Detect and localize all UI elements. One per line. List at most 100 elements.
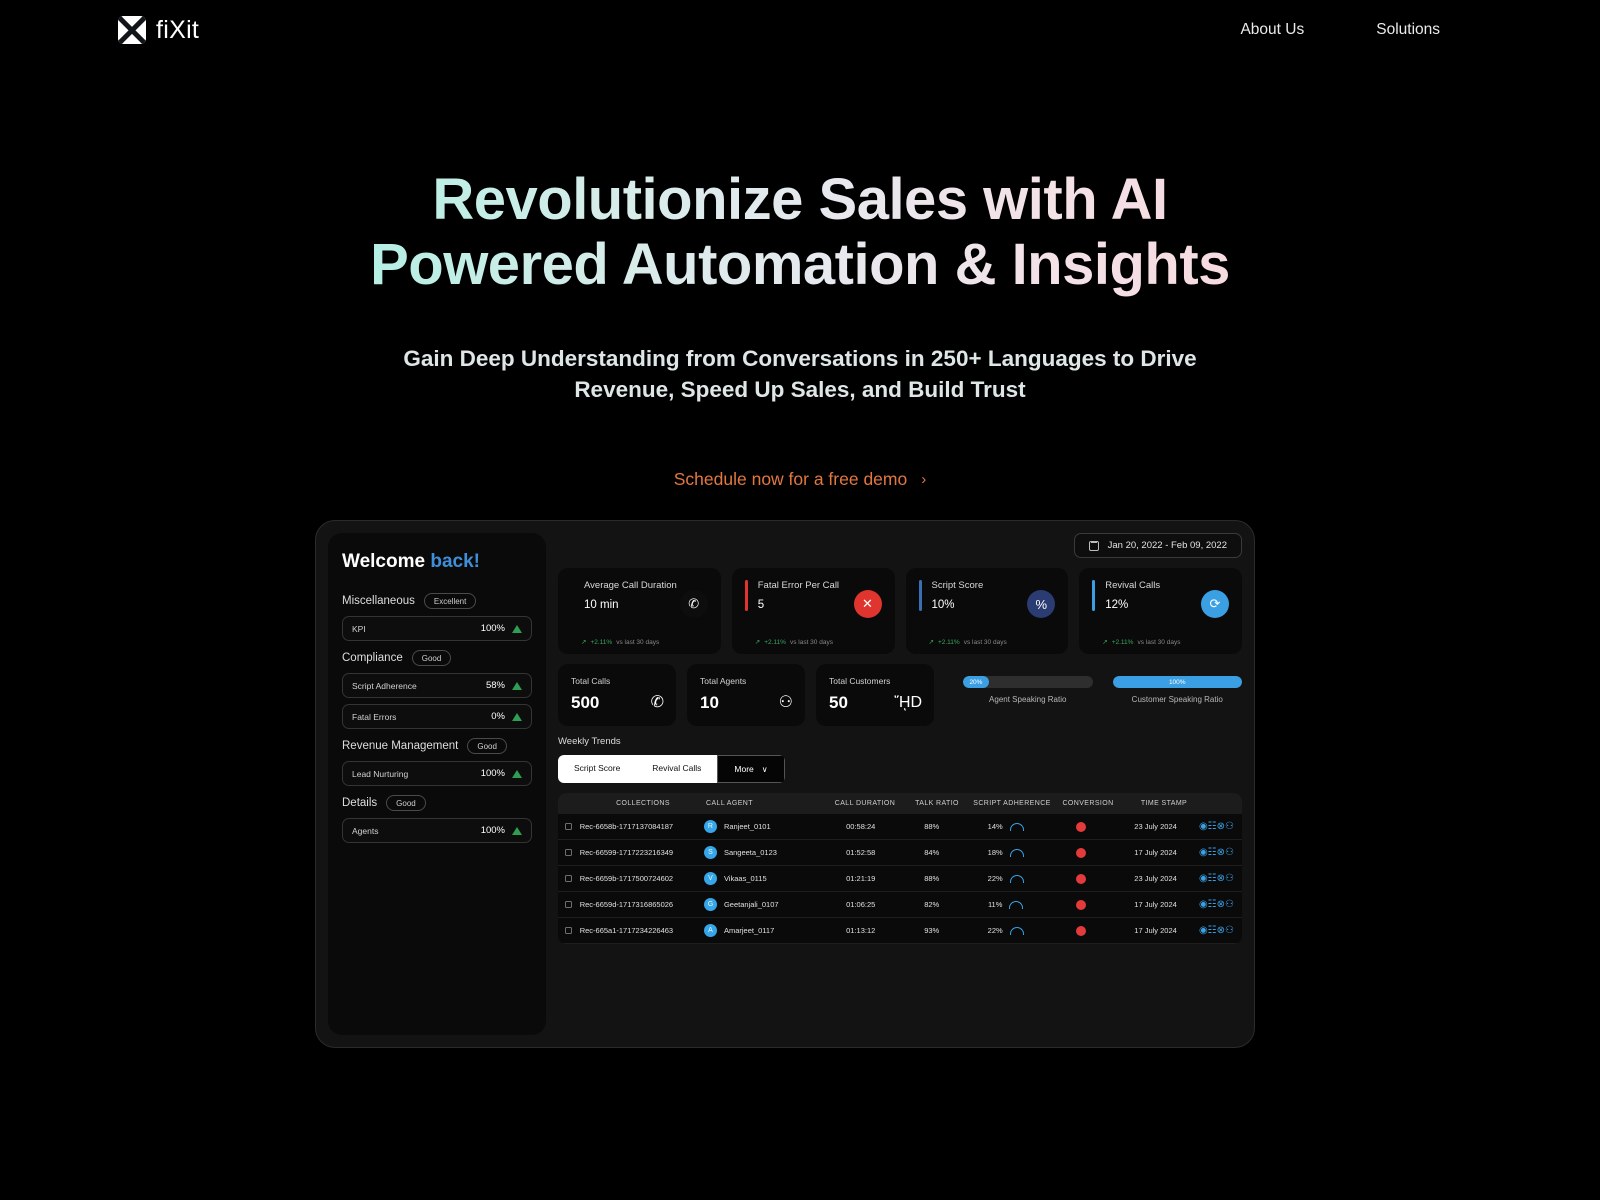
row-checkbox-cell[interactable]: [558, 823, 580, 830]
kpi-card-list: Average Call Duration 10 min ✆ ↗ +2.11% vs la…: [558, 568, 1242, 654]
chat-icon[interactable]: ⚇: [1225, 821, 1234, 832]
kpi-delta-value: +2.11%: [590, 638, 613, 646]
conversion-status-dot: [1075, 925, 1086, 936]
circled-x-icon[interactable]: ⊗: [1217, 821, 1225, 832]
checkbox-icon[interactable]: [565, 849, 573, 856]
table-row[interactable]: Rec-6659b-1717500724602 V Vikaas_0115 01:21…: [558, 866, 1242, 892]
row-checkbox-cell[interactable]: [558, 901, 580, 908]
document-icon[interactable]: ☷: [1208, 925, 1217, 936]
checkbox-icon[interactable]: [565, 901, 573, 908]
eye-icon[interactable]: ◉: [1199, 847, 1208, 858]
tab-revival-calls[interactable]: Revival Calls: [636, 755, 718, 783]
x-mark-logo-icon: [118, 16, 146, 44]
kpi-card[interactable]: Revival Calls 12% ⟳ ↗ +2.11% vs last 30 days: [1079, 568, 1242, 654]
kpi-card[interactable]: Script Score 10%% ↗ +2.11% vs last 30 days: [905, 568, 1069, 654]
script-adherence-value: 22%: [987, 926, 1003, 935]
total-label: Total Customers: [829, 676, 891, 686]
trend-up-icon: [512, 712, 522, 721]
chevron-down-icon: ∨: [761, 764, 768, 774]
row-checkbox-cell[interactable]: [558, 875, 580, 882]
total-card[interactable]: Total Calls 500 ✆: [558, 664, 676, 726]
kpi-card[interactable]: Average Call Duration 10 min ✆ ↗ +2.11% vs la…: [558, 568, 721, 654]
tab-more-dropdown[interactable]: More ∨: [717, 755, 785, 783]
sidebar-group: Miscellaneous Excellent KPI 100%: [342, 593, 532, 641]
kpi-accent-bar: [918, 580, 922, 611]
cell-collection: Rec-6659b-1717500724602: [579, 874, 674, 883]
cell-call-duration: 01:52:58: [846, 848, 876, 857]
sidebar-metric-value: 0%: [491, 711, 505, 722]
cell-row-actions: ◉ ☷ ⊗ ⚇: [1199, 821, 1242, 832]
cell-talk-ratio: 88%: [924, 874, 940, 883]
sidebar-metric-row[interactable]: Lead Nurturing 100%: [342, 761, 532, 786]
kpi-label: Revival Calls: [1105, 580, 1161, 591]
sidebar-metric-row[interactable]: Agents 100%: [342, 818, 532, 843]
kpi-card[interactable]: Fatal Error Per Call 5 ✕ ↗ +2.11% vs last 30 …: [731, 568, 895, 654]
table-row[interactable]: Rec-6659d-1717316865026 G Geetanjali_0107 0…: [558, 892, 1242, 918]
total-label: Total Agents: [700, 676, 747, 686]
kpi-texts: Average Call Duration 10 min: [584, 580, 677, 611]
chat-icon[interactable]: ⚇: [1225, 925, 1234, 936]
sidebar-metric-row[interactable]: Script Adherence 58%: [342, 673, 532, 698]
kpi-delta: ↗ +2.11% vs last 30 days: [1102, 638, 1180, 647]
sidebar-metric-row[interactable]: Fatal Errors 0%: [342, 704, 532, 729]
eye-icon[interactable]: ◉: [1199, 899, 1208, 910]
agent-name: Geetanjali_0107: [723, 900, 779, 909]
table-row[interactable]: Rec-665a1-1717234226463 A Amarjeet_0117 01:…: [558, 918, 1242, 944]
welcome-heading: Welcome back!: [342, 551, 532, 573]
eye-icon[interactable]: ◉: [1199, 925, 1208, 936]
circled-x-icon[interactable]: ⊗: [1217, 873, 1225, 884]
table-row[interactable]: Rec-6658b-1717137084187 R Ranjeet_0101 00:5…: [558, 814, 1242, 840]
cell-row-actions: ◉ ☷ ⊗ ⚇: [1199, 873, 1242, 884]
sidebar-metric-label: Agents: [352, 825, 379, 836]
date-range-picker[interactable]: Jan 20, 2022 - Feb 09, 2022: [1073, 533, 1242, 558]
dashboard-sidebar: Welcome back! Miscellaneous Excellent KPI 1…: [328, 533, 546, 1035]
eye-icon[interactable]: ◉: [1199, 821, 1208, 832]
document-icon[interactable]: ☷: [1208, 899, 1217, 910]
hero-subtitle: Gain Deep Understanding from Conversatio…: [403, 345, 1197, 402]
circled-x-icon[interactable]: ⊗: [1217, 899, 1225, 910]
date-range-value: Jan 20, 2022 - Feb 09, 2022: [1107, 540, 1227, 551]
eye-icon[interactable]: ◉: [1199, 873, 1208, 884]
calendar-icon: [1088, 540, 1099, 551]
conversion-status-dot: [1075, 873, 1086, 884]
status-badge: Good: [467, 738, 507, 754]
column-header: TALK RATIO: [915, 800, 959, 807]
sidebar-group-head: Details Good: [342, 795, 532, 811]
circled-x-icon[interactable]: ⊗: [1217, 925, 1225, 936]
brand-logo[interactable]: fiXit: [118, 16, 199, 45]
checkbox-icon[interactable]: [565, 875, 573, 882]
total-card[interactable]: Total Customers 50 ᾜD: [816, 664, 934, 726]
cell-call-agent: R Ranjeet_0101: [703, 820, 820, 833]
chat-icon[interactable]: ⚇: [1225, 899, 1234, 910]
checkbox-icon[interactable]: [565, 823, 573, 830]
total-card[interactable]: Total Agents 10 ⚇: [687, 664, 805, 726]
column-header: SCRIPT ADHERENCE: [973, 800, 1051, 807]
trend-up-icon: [512, 624, 522, 633]
document-icon[interactable]: ☷: [1208, 873, 1217, 884]
table-row[interactable]: Rec-66599-1717223216349 S Sangeeta_0123 01:…: [558, 840, 1242, 866]
nav-link-solutions[interactable]: Solutions: [1376, 21, 1440, 39]
dashboard-preview: Welcome back! Miscellaneous Excellent KPI 1…: [315, 520, 1255, 1048]
row-checkbox-cell[interactable]: [558, 849, 580, 856]
sidebar-metric-label: Lead Nurturing: [352, 768, 409, 779]
kpi-delta-value: +2.11%: [1111, 638, 1134, 646]
gauge-icon: [1009, 848, 1024, 857]
kpi-delta: ↗ +2.11% vs last 30 days: [755, 638, 833, 647]
checkbox-icon[interactable]: [565, 927, 573, 934]
kpi-label: Script Score: [931, 580, 984, 591]
circled-x-icon[interactable]: ⊗: [1217, 847, 1225, 858]
nav-link-about-us[interactable]: About Us: [1240, 21, 1304, 39]
page-title: Revolutionize Sales with AI Powered Auto…: [350, 167, 1250, 298]
gauge-icon: [1009, 822, 1024, 831]
tab-script-score[interactable]: Script Score: [558, 755, 637, 783]
kpi-texts: Script Score 10%: [932, 580, 984, 611]
chat-icon[interactable]: ⚇: [1225, 847, 1234, 858]
schedule-demo-button[interactable]: Schedule now for a free demo ›: [674, 469, 926, 490]
table-body: Rec-6658b-1717137084187 R Ranjeet_0101 00:5…: [558, 814, 1242, 944]
document-icon[interactable]: ☷: [1208, 847, 1217, 858]
conversion-status-dot: [1075, 847, 1086, 858]
row-checkbox-cell[interactable]: [558, 927, 580, 934]
sidebar-metric-row[interactable]: KPI 100%: [342, 616, 532, 641]
chat-icon[interactable]: ⚇: [1225, 873, 1234, 884]
document-icon[interactable]: ☷: [1208, 821, 1217, 832]
